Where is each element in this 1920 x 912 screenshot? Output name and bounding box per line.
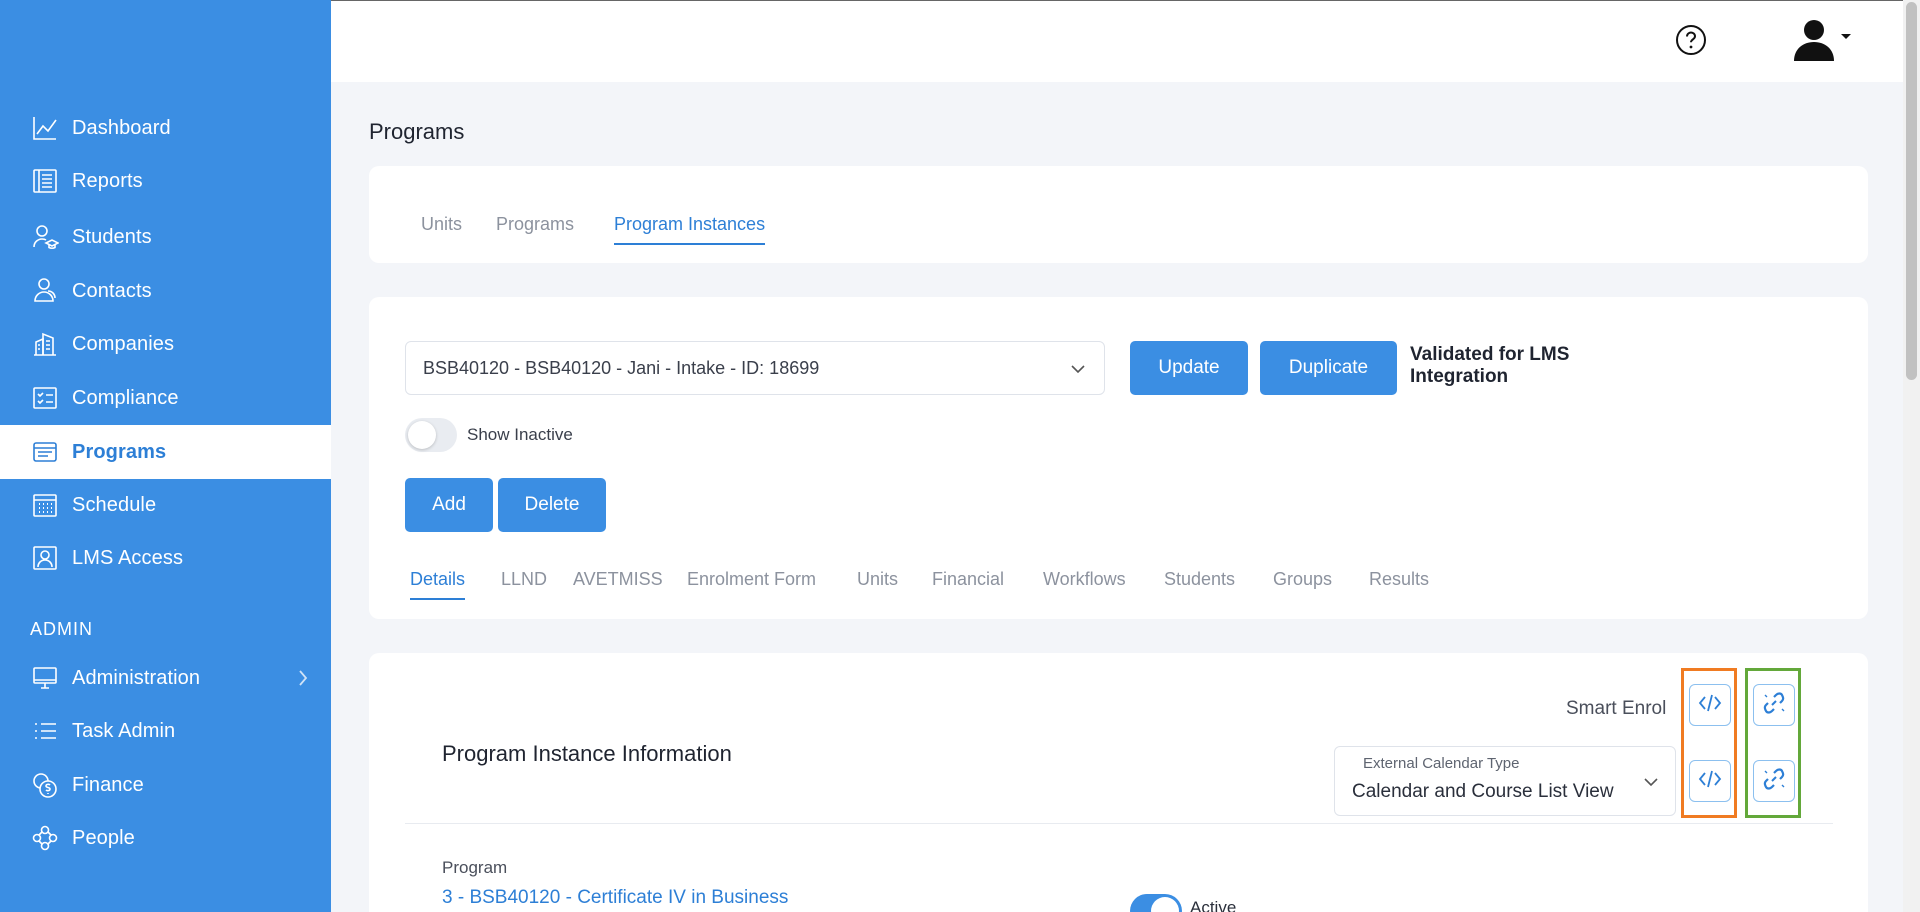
smart-enrol-embed-button[interactable] <box>1689 684 1731 726</box>
chevron-right-icon <box>297 668 309 688</box>
toggle-knob <box>1151 897 1179 912</box>
subtab-enrolment-form[interactable]: Enrolment Form <box>687 569 816 590</box>
program-field-label: Program <box>442 858 508 877</box>
coins-icon <box>30 770 60 800</box>
subtab-avetmiss[interactable]: AVETMISS <box>573 569 663 590</box>
page-title: Programs <box>369 119 465 144</box>
sidebar-item-students[interactable]: Students <box>0 210 331 264</box>
calendar-icon <box>30 490 60 520</box>
admin-section-label: ADMIN <box>30 619 93 639</box>
report-icon <box>30 166 60 196</box>
code-icon <box>1697 690 1723 721</box>
add-button[interactable]: Add <box>405 478 493 532</box>
sidebar-item-programs[interactable]: Programs <box>0 425 331 479</box>
program-link[interactable]: 3 - BSB40120 - Certificate IV in Busines… <box>442 887 788 909</box>
people-icon <box>30 823 60 853</box>
sidebar-item-administration[interactable]: Administration <box>0 651 331 705</box>
scrollbar-thumb[interactable] <box>1906 2 1917 380</box>
select-value: BSB40120 - BSB40120 - Jani - Intake - ID… <box>423 358 820 378</box>
checklist-icon <box>30 383 60 413</box>
subtab-students[interactable]: Students <box>1164 569 1235 590</box>
sidebar-item-label: Companies <box>72 332 175 355</box>
delete-button[interactable]: Delete <box>498 478 606 532</box>
program-instance-select[interactable]: BSB40120 - BSB40120 - Jani - Intake - ID… <box>405 341 1105 395</box>
smart-enrol-label: Smart Enrol <box>1566 698 1667 719</box>
sidebar-item-task-admin[interactable]: Task Admin <box>0 704 331 758</box>
active-label: Active <box>1190 898 1237 912</box>
sidebar-item-label: LMS Access <box>72 546 184 569</box>
tab-program-instances[interactable]: Program Instances <box>614 214 766 245</box>
subtab-llnd[interactable]: LLND <box>501 569 547 590</box>
duplicate-button[interactable]: Duplicate <box>1260 341 1397 395</box>
sidebar-item-companies[interactable]: Companies <box>0 317 331 371</box>
code-icon <box>1697 766 1723 797</box>
sidebar-item-contacts[interactable]: Contacts <box>0 264 331 318</box>
sidebar: Dashboard Reports Students Contacts Comp… <box>0 0 331 912</box>
link-icon <box>1761 766 1787 797</box>
sidebar-item-finance[interactable]: Finance <box>0 758 331 812</box>
chart-line-icon <box>30 113 60 143</box>
student-icon <box>30 222 60 252</box>
sidebar-item-people[interactable]: People <box>0 811 331 865</box>
update-button[interactable]: Update <box>1130 341 1248 395</box>
section-divider <box>405 823 1833 824</box>
top-tabs-card <box>369 166 1868 263</box>
sidebar-item-label: Contacts <box>72 279 152 302</box>
sidebar-item-label: Administration <box>72 666 201 689</box>
user-avatar-icon[interactable] <box>1791 19 1853 61</box>
sidebar-item-schedule[interactable]: Schedule <box>0 478 331 532</box>
sidebar-item-reports[interactable]: Reports <box>0 154 331 208</box>
help-circle-icon[interactable] <box>1675 24 1707 56</box>
browser-window-icon <box>30 437 60 467</box>
desktop-icon <box>30 663 60 693</box>
page-scrollbar[interactable] <box>1903 0 1920 912</box>
contacts-icon <box>30 276 60 306</box>
sidebar-item-label: People <box>72 826 135 849</box>
tab-units[interactable]: Units <box>421 214 462 235</box>
sidebar-item-compliance[interactable]: Compliance <box>0 371 331 425</box>
sidebar-item-lms-access[interactable]: LMS Access <box>0 531 331 585</box>
link-icon <box>1761 690 1787 721</box>
toggle-knob <box>408 421 436 449</box>
building-icon <box>30 329 60 359</box>
subtab-financial[interactable]: Financial <box>932 569 1004 590</box>
chevron-down-icon <box>1643 775 1659 787</box>
subtab-groups[interactable]: Groups <box>1273 569 1332 590</box>
user-monitor-icon <box>30 543 60 573</box>
sidebar-item-label: Reports <box>72 169 143 192</box>
external-calendar-type-select[interactable]: External Calendar Type Calendar and Cour… <box>1334 746 1676 816</box>
calendar-embed-button[interactable] <box>1689 760 1731 802</box>
show-inactive-toggle[interactable] <box>405 418 457 452</box>
subtab-results[interactable]: Results <box>1369 569 1429 590</box>
sidebar-item-label: Programs <box>72 440 167 463</box>
section-title: Program Instance Information <box>442 741 732 766</box>
sidebar-item-label: Compliance <box>72 386 179 409</box>
list-icon <box>30 716 60 746</box>
subtab-units[interactable]: Units <box>857 569 898 590</box>
sidebar-item-label: Dashboard <box>72 116 171 139</box>
sidebar-item-label: Task Admin <box>72 719 176 742</box>
chevron-down-icon <box>1070 362 1086 374</box>
active-toggle[interactable] <box>1130 894 1182 912</box>
tab-programs[interactable]: Programs <box>496 214 574 235</box>
subtab-workflows[interactable]: Workflows <box>1043 569 1126 590</box>
select-value: Calendar and Course List View <box>1352 781 1614 802</box>
subtab-details[interactable]: Details <box>410 569 466 600</box>
sidebar-item-label: Schedule <box>72 493 157 516</box>
sidebar-item-label: Students <box>72 225 152 248</box>
select-caption: External Calendar Type <box>1363 755 1520 772</box>
show-inactive-label: Show Inactive <box>467 425 573 444</box>
validated-status: Validated for LMS Integration <box>1410 344 1570 387</box>
sidebar-item-dashboard[interactable]: Dashboard <box>0 101 331 155</box>
calendar-link-button[interactable] <box>1753 760 1795 802</box>
top-bar <box>331 0 1903 82</box>
smart-enrol-link-button[interactable] <box>1753 684 1795 726</box>
sidebar-item-label: Finance <box>72 773 144 796</box>
